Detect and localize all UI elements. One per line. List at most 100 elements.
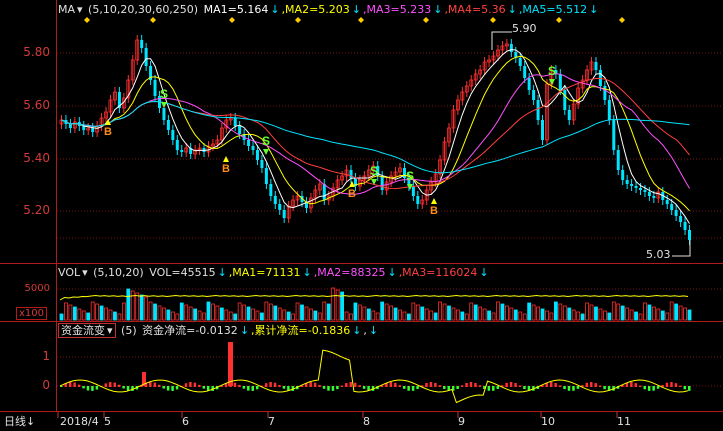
volume-bar <box>513 309 518 321</box>
fund-bar <box>313 382 317 387</box>
candle-body-down <box>643 190 647 192</box>
fund-bar <box>643 386 646 390</box>
volume-bar <box>104 307 108 321</box>
volume-bar <box>580 313 585 321</box>
vol-params: (5,10,20) <box>93 266 144 279</box>
candle-body-down <box>541 120 545 140</box>
candle-body-down <box>532 90 536 100</box>
volume-bar <box>335 289 340 321</box>
candle-body-down <box>140 40 144 48</box>
candle-body-down <box>260 160 264 168</box>
volume-bar <box>300 304 304 321</box>
volume-bar <box>162 307 166 321</box>
fund-bar <box>189 382 192 387</box>
volume-bar <box>585 302 589 321</box>
fund-bar <box>460 385 464 387</box>
candle-body-down <box>567 110 571 120</box>
fund-bar <box>362 386 366 389</box>
fund-bar <box>95 386 99 390</box>
volume-bar <box>72 306 77 321</box>
vol-ytick: 5000 <box>24 283 50 294</box>
volume_panel.items-value-3: ,MA3=116024 <box>398 266 478 279</box>
x-axis: 日线↓ 2018/4 5 6 7 8 9 10 11 <box>0 413 723 431</box>
fund-bar <box>157 384 161 387</box>
volume-bar <box>268 303 273 321</box>
fund-bar <box>340 385 344 387</box>
indicator-selector[interactable]: 资金流变 ▾ <box>58 323 116 338</box>
fund-bar <box>523 386 526 390</box>
volume-bar <box>113 311 117 321</box>
fund-bar <box>117 384 121 387</box>
volume-bar <box>353 302 358 321</box>
volume-bar <box>215 305 220 321</box>
volume-bar <box>674 303 679 321</box>
candle-body-down <box>621 170 625 180</box>
fund-ytick-1: 0 <box>42 378 50 392</box>
fund-bar <box>122 386 125 389</box>
volume-bar <box>589 304 594 321</box>
volume-bar <box>304 306 309 321</box>
low-price-label: 5.03 <box>646 248 671 261</box>
fund-bar <box>656 386 660 389</box>
period-label[interactable]: 日线 <box>4 415 26 428</box>
volume-bar <box>464 313 469 321</box>
volume-bar <box>193 308 198 321</box>
vol-label[interactable]: VOL <box>58 266 80 279</box>
volume-bar <box>438 301 442 321</box>
buy-marker: B <box>430 205 438 217</box>
volume-bar <box>95 303 100 321</box>
fund-bar <box>674 383 678 387</box>
x-label-6: 10 <box>541 415 555 428</box>
fund-bar <box>518 385 522 387</box>
sell-arrow-icon <box>263 149 269 155</box>
candle-body-down <box>322 184 326 200</box>
trend-arrow-icon: ↓ <box>217 266 227 279</box>
candle-body-down <box>247 140 251 146</box>
volume-bar <box>206 301 211 321</box>
fund-bar <box>269 382 272 387</box>
kline-chart[interactable]: B B B B S S S S S <box>0 0 723 431</box>
candle-body-down <box>688 230 691 240</box>
candle-body-down <box>264 168 268 184</box>
volume-bar <box>602 310 607 321</box>
volume-bar <box>451 307 456 321</box>
fund-bar <box>630 382 633 387</box>
fund-bar <box>647 386 651 391</box>
fund-bar <box>567 386 571 391</box>
diamond-marker-icon <box>150 17 156 23</box>
trend-arrow-icon: ↓ <box>368 324 379 337</box>
candle-body-down <box>670 204 674 210</box>
volume-bar <box>77 308 82 321</box>
candle-body-down <box>166 120 170 130</box>
buy-marker: B <box>222 163 230 175</box>
period-selector[interactable]: 日线↓ <box>4 413 35 431</box>
fund-bar <box>255 386 259 390</box>
x-label-7: 11 <box>617 415 631 428</box>
volume-bar <box>540 308 545 321</box>
volume-bar <box>349 313 353 321</box>
volume-bar <box>219 307 224 321</box>
fund-bar <box>251 386 255 391</box>
volume-bar <box>634 311 638 321</box>
volume-bar <box>277 307 282 321</box>
volume-bar <box>68 304 73 321</box>
x-label-0: 2018/4 <box>60 415 99 428</box>
volume-bar <box>629 309 634 321</box>
candle-body-down <box>411 186 415 196</box>
fund-bar <box>407 386 410 391</box>
fund-bar <box>572 386 575 391</box>
volume-bar <box>211 303 215 321</box>
volume-bar <box>188 306 193 321</box>
indicator-name[interactable]: 资金流变 <box>61 324 105 337</box>
volume-bar <box>251 308 255 321</box>
vol-selector[interactable]: VOL ▾ <box>58 266 88 279</box>
fund-bar <box>353 382 357 387</box>
volume-bar <box>478 306 483 321</box>
ma-line-5 <box>61 49 690 224</box>
trade-markers: B B B B S S S S S <box>104 31 691 257</box>
candle-body-down <box>683 222 687 230</box>
volume-bar <box>651 306 656 321</box>
diamond-marker-icon <box>556 17 562 23</box>
fund-ytick-0: 1 <box>42 349 50 363</box>
volume-bar <box>638 313 643 321</box>
